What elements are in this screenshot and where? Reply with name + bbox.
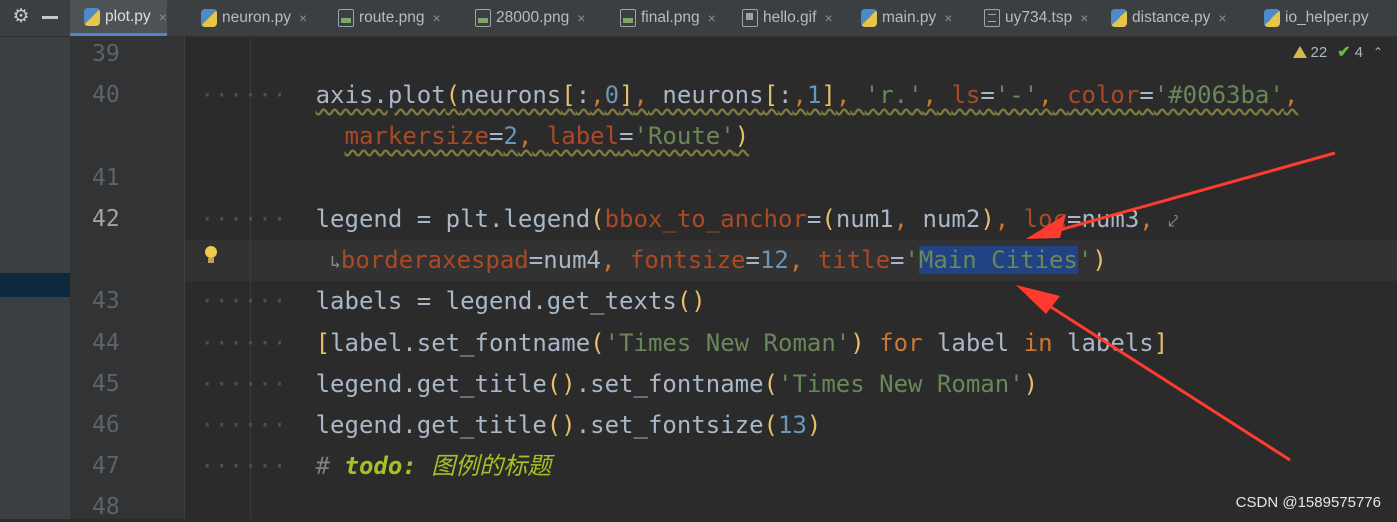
line-number-current: 42 bbox=[92, 206, 120, 232]
soft-wrap-icon: ⤦ bbox=[1168, 211, 1179, 232]
tab-label: plot.py bbox=[105, 7, 151, 25]
editor-tab-bar: ⚙ plot.py × neuron.py × route.png × 28000.png ×… bbox=[0, 0, 1397, 37]
tab-label: final.png bbox=[641, 9, 700, 26]
close-icon[interactable]: × bbox=[1080, 10, 1088, 26]
tab-label: distance.py bbox=[1132, 9, 1211, 26]
close-icon[interactable]: × bbox=[159, 9, 167, 25]
code-text: legend.get_title().set_fontname('Times N… bbox=[315, 370, 1039, 398]
code-text: labels = legend.get_texts() bbox=[315, 287, 706, 315]
inspection-widget[interactable]: 22 ✔ 4 ⌃ bbox=[1292, 42, 1383, 62]
warning-count: 22 bbox=[1310, 43, 1328, 61]
image-file-icon bbox=[620, 9, 636, 27]
left-tool-strip bbox=[0, 37, 71, 519]
tab-label: io_helper.py bbox=[1285, 9, 1369, 26]
tab-hello-gif[interactable]: hello.gif × bbox=[728, 0, 833, 36]
code-line: ······ legend.get_title().set_fontname('… bbox=[200, 370, 1039, 398]
code-text: axis.plot(neurons[:,0], neurons[:,1], 'r… bbox=[315, 81, 1299, 109]
code-text: legend.get_title().set_fontsize(13) bbox=[315, 411, 822, 439]
text-file-icon bbox=[984, 9, 1000, 27]
tab-label: 28000.png bbox=[496, 9, 570, 26]
code-line: ······ [label.set_fontname('Times New Ro… bbox=[200, 329, 1169, 357]
code-text: legend = plt.legend(bbox_to_anchor=(num1… bbox=[315, 205, 1154, 233]
tab-io-helper-py[interactable]: io_helper.py bbox=[1250, 0, 1369, 36]
code-text: # todo: 图例的标题 bbox=[315, 452, 552, 480]
code-text: [label.set_fontname('Times New Roman') f… bbox=[315, 329, 1169, 357]
tab-plot-py[interactable]: plot.py × bbox=[70, 0, 167, 36]
tab-final-png[interactable]: final.png × bbox=[606, 0, 716, 36]
close-icon[interactable]: × bbox=[708, 10, 716, 26]
code-line-wrap: ↳borderaxespad=num4, fontsize=12, title=… bbox=[200, 245, 1107, 275]
chevron-up-icon[interactable]: ⌃ bbox=[1373, 45, 1383, 59]
python-file-icon bbox=[1264, 9, 1280, 27]
close-icon[interactable]: × bbox=[433, 10, 441, 26]
tab-distance-py[interactable]: distance.py × bbox=[1097, 0, 1227, 36]
tab-route-png[interactable]: route.png × bbox=[324, 0, 441, 36]
code-line: ······ legend = plt.legend(bbox_to_ancho… bbox=[200, 205, 1179, 233]
python-file-icon bbox=[1111, 9, 1127, 27]
tool-strip-highlight bbox=[0, 273, 70, 297]
tab-28000-png[interactable]: 28000.png × bbox=[461, 0, 585, 36]
check-icon: ✔ bbox=[1337, 44, 1351, 61]
watermark: CSDN @1589575776 bbox=[1235, 494, 1381, 511]
line-number: 48 bbox=[92, 494, 120, 520]
warning-icon bbox=[1292, 46, 1307, 58]
line-number: 41 bbox=[92, 165, 120, 191]
tab-uy734-tsp[interactable]: uy734.tsp × bbox=[970, 0, 1088, 36]
code-line: ······ # todo: 图例的标题 bbox=[200, 452, 552, 480]
line-number: 40 bbox=[92, 82, 120, 108]
close-icon[interactable]: × bbox=[577, 10, 585, 26]
code-text: markersize=2, label='Route') bbox=[344, 122, 750, 150]
close-icon[interactable]: × bbox=[824, 10, 832, 26]
check-count: 4 bbox=[1354, 43, 1363, 61]
soft-wrap-icon: ↳ bbox=[330, 252, 341, 273]
code-line: ······ legend.get_title().set_fontsize(1… bbox=[200, 411, 822, 439]
line-number: 46 bbox=[92, 412, 120, 438]
code-line-wrap: markersize=2, label='Route') bbox=[200, 121, 750, 151]
tool-icons: ⚙ bbox=[0, 0, 70, 36]
tab-label: route.png bbox=[359, 9, 425, 26]
image-file-icon bbox=[338, 9, 354, 27]
line-number: 44 bbox=[92, 330, 120, 356]
line-number: 39 bbox=[92, 41, 120, 67]
code-text: borderaxespad=num4, fontsize=12, title='… bbox=[340, 246, 1107, 274]
tab-main-py[interactable]: main.py × bbox=[847, 0, 952, 36]
gif-file-icon bbox=[742, 9, 758, 27]
line-number: 47 bbox=[92, 453, 120, 479]
tab-label: neuron.py bbox=[222, 9, 291, 26]
gear-icon[interactable]: ⚙ bbox=[10, 6, 32, 28]
line-number: 43 bbox=[92, 288, 120, 314]
line-number: 45 bbox=[92, 371, 120, 397]
python-file-icon bbox=[861, 9, 877, 27]
tab-neuron-py[interactable]: neuron.py × bbox=[187, 0, 307, 36]
code-line: ······ labels = legend.get_texts() bbox=[200, 287, 706, 315]
tab-label: hello.gif bbox=[763, 9, 817, 26]
image-file-icon bbox=[475, 9, 491, 27]
python-file-icon bbox=[84, 7, 100, 26]
selected-text: Main Cities bbox=[918, 246, 1078, 274]
tab-label: uy734.tsp bbox=[1005, 9, 1073, 26]
python-file-icon bbox=[201, 9, 217, 27]
close-icon[interactable]: × bbox=[299, 10, 307, 26]
tab-label: main.py bbox=[882, 9, 937, 26]
close-icon[interactable]: × bbox=[1218, 10, 1226, 26]
minimize-icon[interactable] bbox=[42, 16, 58, 19]
close-icon[interactable]: × bbox=[944, 10, 952, 26]
code-line: ······ axis.plot(neurons[:,0], neurons[:… bbox=[200, 81, 1299, 109]
